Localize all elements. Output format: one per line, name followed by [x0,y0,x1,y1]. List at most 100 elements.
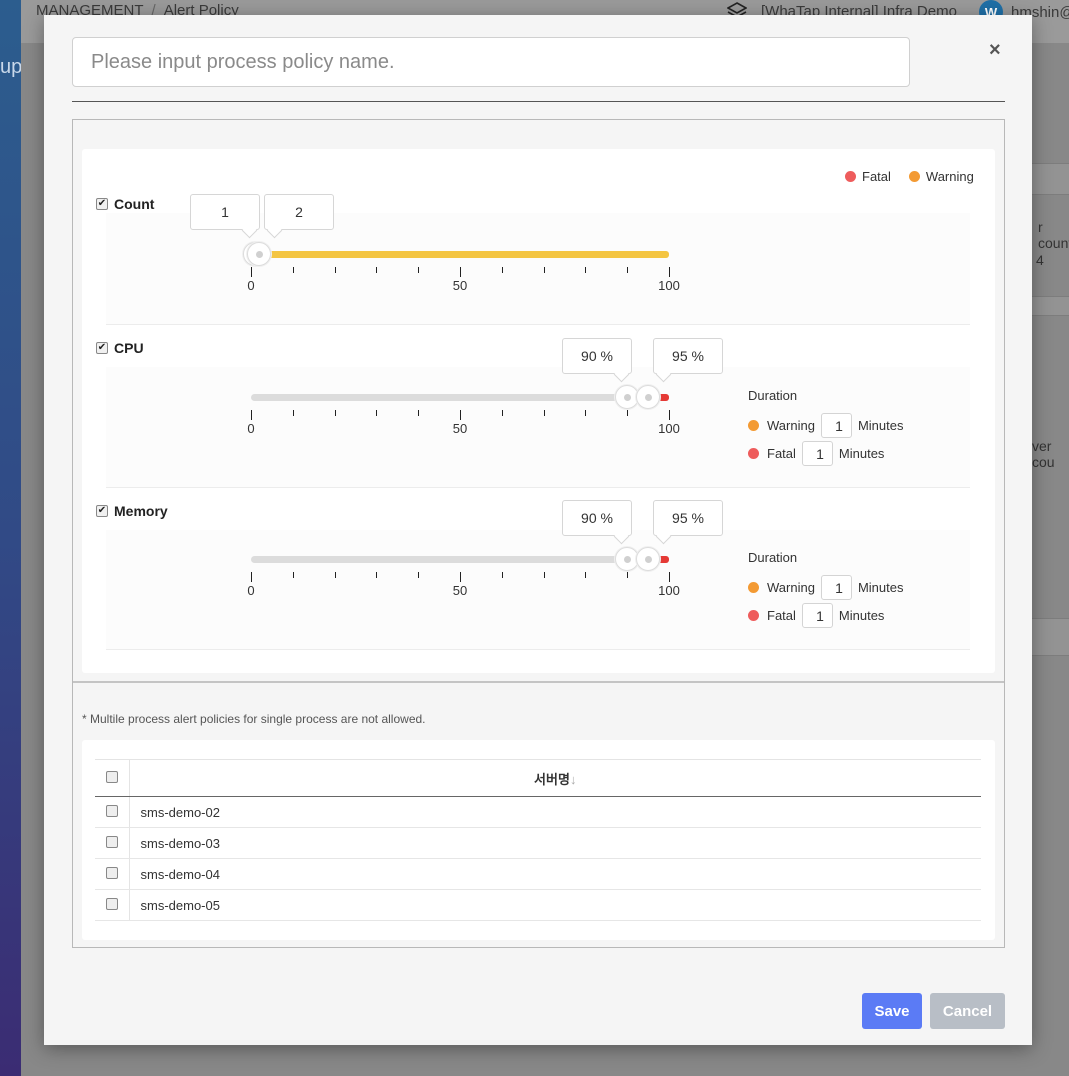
scale-tick [251,267,252,277]
scale-tick [460,572,461,582]
legend-fatal: Fatal [845,169,891,184]
legend-warning-label: Warning [925,169,974,184]
count-high-tooltip: 2 [264,194,334,230]
policy-notice: * Multile process alert policies for sin… [82,712,426,726]
scale-tick [460,267,461,277]
scale-tick [418,267,420,273]
cpu-slider-track[interactable] [251,394,669,401]
legend-fatal-label: Fatal [862,169,891,184]
policy-body: Fatal Warning ✔ Count 1 2 0 50 100 ✔ CPU… [72,119,1005,948]
cpu-high-tooltip: 95 % [653,338,723,374]
metrics-card: Fatal Warning ✔ Count 1 2 0 50 100 ✔ CPU… [82,149,995,673]
metric-memory-label[interactable]: ✔ Memory [96,503,168,519]
scale-tick [334,410,336,416]
memory-warning-unit: Minutes [857,580,904,595]
cancel-button[interactable]: Cancel [930,993,1005,1029]
count-checkbox[interactable]: ✔ [96,198,108,210]
sidebar-fragment: up [0,56,23,78]
row-checkbox[interactable] [105,897,118,910]
cpu-warning-unit: Minutes [857,418,904,433]
memory-warning-label: Warning [767,580,815,595]
server-name-cell: sms-demo-03 [129,827,981,859]
cpu-low-tooltip: 90 % [562,338,632,374]
scale-label-mid: 50 [452,278,468,293]
metric-cpu-label[interactable]: ✔ CPU [96,340,144,356]
scale-tick [376,572,378,578]
memory-low-tooltip: 90 % [562,500,632,536]
bg-column-header-2: ver cou [1032,438,1055,470]
scale-label-max: 100 [658,278,680,293]
scale-tick [627,410,629,416]
memory-fatal-label: Fatal [767,608,796,623]
cpu-fatal-label: Fatal [767,446,796,461]
server-name-header-label: 서버명 [534,771,570,787]
scale-tick [669,267,670,277]
cpu-fatal-duration: Fatal 1 Minutes [748,441,884,466]
memory-checkbox[interactable]: ✔ [96,505,108,517]
metric-count-label[interactable]: ✔ Count [96,196,154,212]
legend: Fatal Warning [845,169,974,184]
sort-arrow-icon[interactable]: ↓ [570,772,577,787]
memory-duration-title: Duration [748,550,798,565]
section-divider [73,681,1004,683]
memory-label-text: Memory [114,503,168,519]
metric-memory: ✔ Memory 90 % 95 % Duration Warning 1 Mi… [82,496,995,650]
scale-tick [543,410,545,416]
scale-label-max: 100 [658,421,680,436]
metric-cpu: ✔ CPU 90 % 95 % Duration Warning 1 Minut… [82,333,995,488]
memory-fatal-minutes-input[interactable]: 1 [801,603,833,628]
scale-label-mid: 50 [452,583,468,598]
scale-tick [585,410,587,416]
scale-tick [501,410,503,416]
scale-tick [585,267,587,273]
title-divider [72,101,1005,102]
memory-slider-track[interactable] [251,556,669,563]
policy-name-input[interactable] [72,37,910,87]
memory-high-handle[interactable] [636,547,661,571]
memory-high-tooltip: 95 % [653,500,723,536]
close-button[interactable]: × [989,39,1001,62]
app-sidebar: up [0,0,23,1076]
fatal-dot-icon [748,448,759,459]
save-button[interactable]: Save [862,993,922,1029]
row-checkbox[interactable] [105,835,118,848]
scale-tick [251,410,252,420]
server-name-cell: sms-demo-05 [129,889,981,921]
select-all-checkbox[interactable] [105,770,118,783]
cpu-warning-duration: Warning 1 Minutes [748,413,903,438]
cpu-fatal-unit: Minutes [838,446,885,461]
server-table: 서버명↓ sms-demo-02 sms-demo-03 sms-demo-04… [95,759,981,921]
bg-column-header: r count [1038,219,1069,251]
scale-tick [251,572,252,582]
table-row[interactable]: sms-demo-02 [95,796,981,828]
table-row[interactable]: sms-demo-04 [95,858,981,890]
bg-cell-value: 4 [1036,252,1044,268]
warning-dot-icon [908,171,920,182]
scale-tick [292,572,294,578]
scale-tick [501,572,503,578]
scale-tick [627,267,629,273]
cpu-warning-minutes-input[interactable]: 1 [820,413,852,438]
server-name-cell: sms-demo-04 [129,858,981,890]
cpu-label-text: CPU [114,340,144,356]
cpu-duration-title: Duration [748,388,798,403]
warning-dot-icon [748,582,759,593]
scale-tick [627,572,629,578]
scale-label-min: 0 [247,278,255,293]
cpu-fatal-minutes-input[interactable]: 1 [801,441,833,466]
scale-tick [376,267,378,273]
memory-warning-duration: Warning 1 Minutes [748,575,903,600]
table-row[interactable]: sms-demo-03 [95,827,981,859]
table-row[interactable]: sms-demo-05 [95,889,981,921]
server-name-header[interactable]: 서버명↓ [129,759,981,797]
row-checkbox[interactable] [105,866,118,879]
cpu-high-handle[interactable] [636,385,661,409]
scale-tick [669,410,670,420]
memory-warning-minutes-input[interactable]: 1 [820,575,852,600]
row-checkbox[interactable] [105,804,118,817]
process-policy-modal: × Fatal Warning ✔ Count 1 2 0 [44,15,1032,1045]
memory-fatal-duration: Fatal 1 Minutes [748,603,884,628]
cpu-checkbox[interactable]: ✔ [96,342,108,354]
legend-warning: Warning [908,169,974,184]
scale-tick [418,572,420,578]
